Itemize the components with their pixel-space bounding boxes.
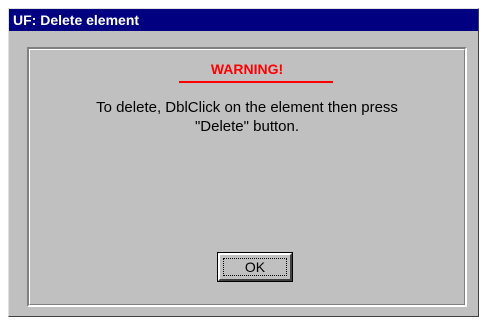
instruction-line-1: To delete, DblClick on the element then … [96,99,398,116]
instruction-line-2: "Delete" button. [194,118,300,135]
instruction-text: To delete, DblClick on the element then … [30,98,464,136]
title-bar[interactable]: UF: Delete element [9,9,478,31]
ok-button-label: OK [244,259,266,275]
warning-heading: WARNING! [210,61,284,77]
window-title: UF: Delete element [13,12,140,28]
dialog-window: UF: Delete element WARNING! To delete, D… [8,8,479,317]
message-panel-inner: WARNING! To delete, DblClick on the elem… [29,49,465,305]
ok-button[interactable]: OK [217,252,293,282]
message-panel: WARNING! To delete, DblClick on the elem… [27,47,467,307]
warning-underline [179,81,333,83]
